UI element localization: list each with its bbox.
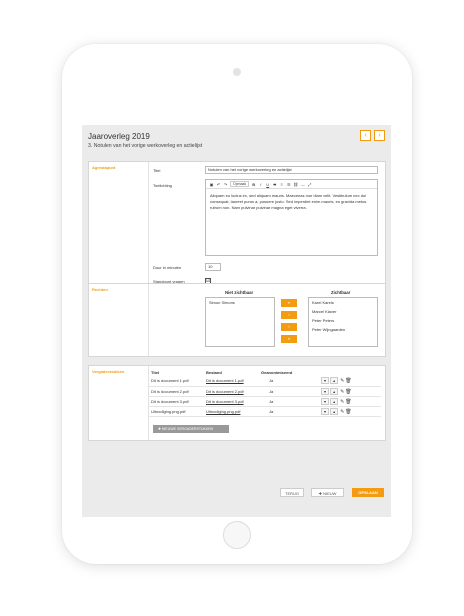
- list-item[interactable]: Karel Karels: [309, 298, 377, 307]
- file-link[interactable]: Dit is document 1.pdf: [204, 376, 259, 387]
- move-up-icon[interactable]: ▴: [330, 397, 339, 405]
- table-row: Dit is document 2.pdf Dit is document 2.…: [149, 386, 381, 397]
- documents-table: Titel Bestand Geanonimiseerd Dit is docu…: [149, 369, 381, 417]
- table-row: Uitnodiging.png.pdf Uitnodiging.png.pdf …: [149, 406, 381, 417]
- move-up-icon[interactable]: ▴: [330, 407, 339, 415]
- file-link[interactable]: Uitnodiging.png.pdf: [204, 406, 259, 417]
- format-select[interactable]: Opmaak: [230, 181, 250, 187]
- cell-titel: Dit is document 1.pdf: [149, 376, 204, 387]
- vergaderstukken-panel: Vergaderstukken Titel Bestand Geanonimis…: [88, 365, 386, 441]
- undo-icon[interactable]: ↶: [216, 182, 221, 187]
- column-header-bestand: Bestand: [206, 370, 222, 375]
- page-subtitle: 3. Notulen van het vorige werkoverleg en…: [88, 143, 203, 149]
- add-vergaderstukken-label: NIEUWE VERGADERSTUKKEN: [161, 427, 214, 431]
- previous-button[interactable]: ‹: [360, 130, 371, 141]
- bold-button[interactable]: B: [251, 182, 256, 187]
- duur-label: Duur in minuten: [153, 265, 182, 270]
- section-label-vergaderstukken: Vergaderstukken: [92, 369, 125, 374]
- list-item[interactable]: Peter Peters: [309, 316, 377, 325]
- trash-icon[interactable]: 🗑: [345, 378, 351, 384]
- home-button[interactable]: [223, 521, 251, 549]
- niet-zichtbaar-list[interactable]: Simon Simons: [205, 297, 275, 347]
- cell-geanonimiseerd: Ja: [259, 376, 319, 387]
- move-down-icon[interactable]: ▾: [321, 387, 329, 395]
- trash-icon[interactable]: 🗑: [345, 389, 351, 395]
- column-header-actions: [319, 369, 381, 376]
- move-all-right-button[interactable]: »: [281, 299, 297, 307]
- file-link[interactable]: Dit is document 3.pdf: [204, 396, 259, 407]
- move-up-icon[interactable]: ▴: [330, 377, 339, 385]
- column-header-geanonimiseerd: Geanonimiseerd: [261, 370, 293, 375]
- nieuw-button[interactable]: ✚ NIEUW: [311, 488, 344, 497]
- numbered-list-icon[interactable]: ☰: [286, 182, 291, 187]
- table-header-row: Titel Bestand Geanonimiseerd: [149, 369, 381, 376]
- save-icon[interactable]: ▣: [209, 182, 214, 187]
- niet-zichtbaar-header: Niet zichtbaar: [225, 290, 254, 295]
- duur-input[interactable]: 10: [205, 263, 221, 271]
- rechten-panel: Rechten Niet zichtbaar Simon Simons » › …: [88, 283, 386, 357]
- move-left-button[interactable]: ‹: [281, 323, 297, 331]
- cell-geanonimiseerd: Ja: [259, 396, 319, 407]
- title-label: Titel: [153, 168, 161, 173]
- list-item[interactable]: Marcel Klaver: [309, 307, 377, 316]
- rich-text-editor[interactable]: ▣ ↶ ↷ Opmaak B I U S ≡ ☰ ⛓ ― ⤢ Aliquam e…: [205, 179, 378, 256]
- move-up-icon[interactable]: ▴: [330, 387, 339, 395]
- bullet-list-icon[interactable]: ≡: [279, 182, 284, 187]
- panel-sidebar: [89, 366, 149, 440]
- move-down-icon[interactable]: ▾: [321, 377, 329, 385]
- list-item[interactable]: Peter Wijngaarden: [309, 325, 377, 334]
- cell-titel: Uitnodiging.png.pdf: [149, 406, 204, 417]
- editor-toolbar: ▣ ↶ ↷ Opmaak B I U S ≡ ☰ ⛓ ― ⤢: [206, 180, 377, 189]
- file-link[interactable]: Dit is document 2.pdf: [204, 386, 259, 397]
- column-header-titel: Titel: [151, 370, 160, 375]
- title-input[interactable]: Notulen van het vorige werkoverleg en ac…: [205, 166, 378, 174]
- underline-button[interactable]: U: [265, 182, 270, 187]
- fullscreen-icon[interactable]: ⤢: [307, 182, 312, 187]
- italic-button[interactable]: I: [258, 182, 263, 187]
- move-down-icon[interactable]: ▾: [321, 397, 329, 405]
- strikethrough-button[interactable]: S: [272, 182, 277, 187]
- trash-icon[interactable]: 🗑: [345, 399, 351, 405]
- table-row: Dit is document 3.pdf Dit is document 3.…: [149, 396, 381, 407]
- cell-geanonimiseerd: Ja: [259, 386, 319, 397]
- terug-button[interactable]: TERUG: [280, 488, 304, 497]
- redo-icon[interactable]: ↷: [223, 182, 228, 187]
- zichtbaar-list[interactable]: Karel Karels Marcel Klaver Peter Peters …: [308, 297, 378, 347]
- cell-titel: Dit is document 3.pdf: [149, 396, 204, 407]
- add-vergaderstukken-button[interactable]: ✚ NIEUWE VERGADERSTUKKEN: [153, 425, 229, 433]
- cell-titel: Dit is document 2.pdf: [149, 386, 204, 397]
- section-label-rechten: Rechten: [92, 287, 108, 292]
- opslaan-button[interactable]: OPSLAAN: [352, 488, 384, 497]
- nieuw-label: NIEUW: [323, 491, 337, 496]
- next-button[interactable]: ›: [374, 130, 385, 141]
- cell-geanonimiseerd: Ja: [259, 406, 319, 417]
- horizontal-rule-icon[interactable]: ―: [300, 182, 305, 187]
- trash-icon[interactable]: 🗑: [345, 409, 351, 415]
- page-title: Jaaroverleg 2019: [88, 132, 150, 141]
- table-row: Dit is document 1.pdf Dit is document 1.…: [149, 376, 381, 387]
- zichtbaar-header: Zichtbaar: [331, 290, 351, 295]
- app-screen: Jaaroverleg 2019 3. Notulen van het vori…: [82, 125, 391, 517]
- panel-sidebar: [89, 284, 149, 356]
- move-right-button[interactable]: ›: [281, 311, 297, 319]
- move-all-left-button[interactable]: «: [281, 335, 297, 343]
- toelichting-label: Toelichting: [153, 183, 172, 188]
- move-down-icon[interactable]: ▾: [321, 407, 329, 415]
- section-label-agendapunt: Agendapunt: [92, 165, 116, 170]
- editor-content[interactable]: Aliquam eu luctus ex, sed aliquam mauris…: [206, 189, 377, 215]
- camera: [233, 68, 241, 76]
- tablet-frame: Jaaroverleg 2019 3. Notulen van het vori…: [62, 44, 412, 564]
- list-item[interactable]: Simon Simons: [206, 298, 274, 307]
- link-icon[interactable]: ⛓: [293, 182, 298, 187]
